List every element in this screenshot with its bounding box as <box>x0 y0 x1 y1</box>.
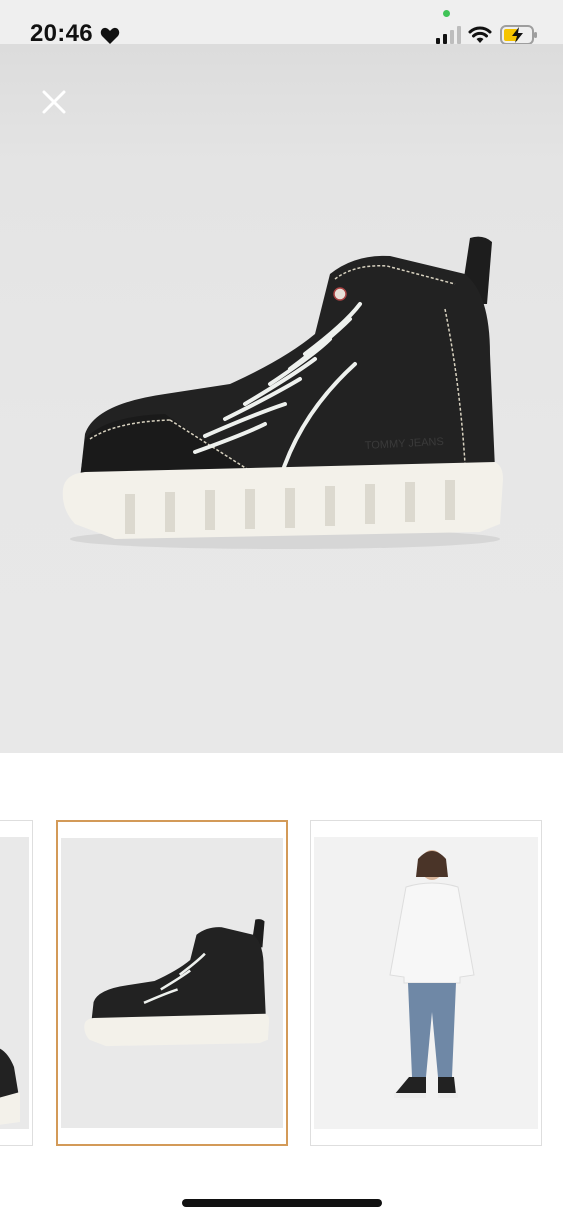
home-indicator[interactable] <box>182 1199 382 1207</box>
wifi-icon <box>468 26 492 43</box>
heart-icon <box>100 27 120 44</box>
thumbnail-1[interactable] <box>0 820 33 1146</box>
thumbnail-3[interactable] <box>310 820 542 1146</box>
product-image-viewer[interactable]: TOMMY JEANS <box>0 44 563 753</box>
thumbnail-strip <box>0 820 563 1150</box>
thumbnail-3-image <box>314 837 538 1129</box>
battery-charging-icon <box>500 25 537 45</box>
sneaker-image: TOMMY JEANS <box>62 236 503 549</box>
thumbnail-2[interactable] <box>56 820 288 1146</box>
signal-icon <box>436 26 461 44</box>
privacy-indicator-dot <box>443 10 450 17</box>
close-icon[interactable] <box>36 84 72 120</box>
thumbnail-1-image <box>0 837 29 1129</box>
thumbnail-2-image <box>61 838 283 1128</box>
